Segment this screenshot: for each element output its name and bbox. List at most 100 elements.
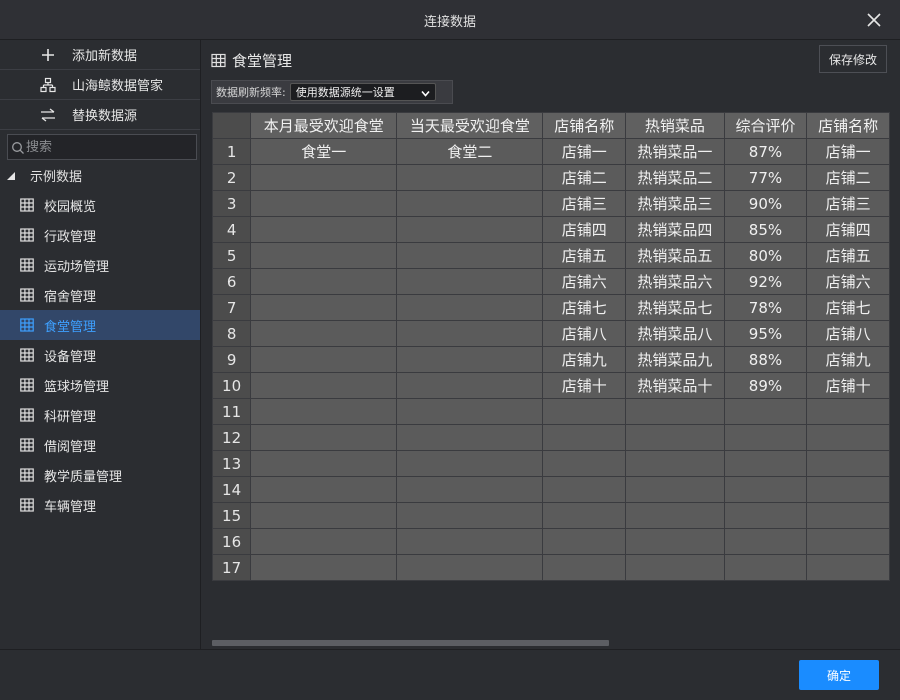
table-cell[interactable]: 95% [723,320,808,347]
table-cell[interactable] [723,424,808,451]
data-grid[interactable]: 本月最受欢迎食堂 当天最受欢迎食堂 店铺名称 热销菜品 综合评价 店铺名称 1 食堂一 食堂二… [212,112,890,652]
table-cell[interactable]: 店铺五 [542,242,627,269]
add-data-button[interactable]: 添加新数据 [0,40,200,70]
table-cell[interactable] [542,398,627,425]
table-cell[interactable] [806,476,890,503]
search-input[interactable] [26,135,194,159]
table-cell[interactable] [625,424,725,451]
table-cell[interactable] [250,372,398,399]
table-cell[interactable]: 店铺七 [806,294,890,321]
table-cell[interactable] [542,528,627,555]
row-number[interactable]: 5 [212,242,252,269]
table-cell[interactable] [396,398,544,425]
table-cell[interactable] [723,554,808,581]
table-cell[interactable] [625,450,725,477]
horizontal-scrollbar-thumb[interactable] [212,640,609,646]
table-cell[interactable]: 店铺十 [542,372,627,399]
table-cell[interactable] [542,450,627,477]
table-cell[interactable] [723,476,808,503]
table-cell[interactable] [625,528,725,555]
table-cell[interactable]: 热销菜品五 [625,242,725,269]
table-cell[interactable] [250,554,398,581]
table-cell[interactable] [250,190,398,217]
sidebar-item[interactable]: 校园概览 [0,190,200,220]
table-cell[interactable] [396,502,544,529]
table-cell[interactable]: 热销菜品二 [625,164,725,191]
table-cell[interactable] [250,216,398,243]
table-cell[interactable]: 77% [723,164,808,191]
table-cell[interactable] [250,476,398,503]
table-cell[interactable]: 店铺八 [542,320,627,347]
table-cell[interactable] [625,476,725,503]
caret-down-icon[interactable] [6,170,16,180]
table-cell[interactable] [723,528,808,555]
table-cell[interactable] [396,320,544,347]
row-number[interactable]: 4 [212,216,252,243]
table-cell[interactable] [542,476,627,503]
table-cell[interactable] [625,554,725,581]
sidebar-item[interactable]: 行政管理 [0,220,200,250]
tree-root-sample-data[interactable]: 示例数据 [0,160,200,190]
row-number[interactable]: 9 [212,346,252,373]
table-cell[interactable] [250,164,398,191]
grid-corner[interactable] [212,112,252,139]
table-cell[interactable] [396,190,544,217]
table-cell[interactable]: 店铺八 [806,320,890,347]
table-cell[interactable] [396,294,544,321]
sidebar-item[interactable]: 宿舍管理 [0,280,200,310]
table-cell[interactable]: 80% [723,242,808,269]
row-number[interactable]: 6 [212,268,252,295]
table-cell[interactable]: 店铺十 [806,372,890,399]
row-number[interactable]: 7 [212,294,252,321]
table-cell[interactable]: 店铺四 [542,216,627,243]
table-cell[interactable]: 店铺三 [542,190,627,217]
row-number[interactable]: 1 [212,138,252,165]
sidebar-item[interactable]: 运动场管理 [0,250,200,280]
table-cell[interactable]: 85% [723,216,808,243]
save-changes-button[interactable]: 保存修改 [819,45,887,73]
row-number[interactable]: 12 [212,424,252,451]
table-cell[interactable]: 店铺四 [806,216,890,243]
row-number[interactable]: 11 [212,398,252,425]
table-cell[interactable] [396,372,544,399]
refresh-frequency-select[interactable]: 使用数据源统一设置 [289,83,436,101]
table-cell[interactable]: 店铺一 [542,138,627,165]
table-cell[interactable]: 店铺七 [542,294,627,321]
table-cell[interactable]: 店铺一 [806,138,890,165]
row-number[interactable]: 17 [212,554,252,581]
table-cell[interactable]: 89% [723,372,808,399]
table-cell[interactable]: 88% [723,346,808,373]
table-cell[interactable]: 热销菜品四 [625,216,725,243]
table-cell[interactable]: 店铺三 [806,190,890,217]
table-cell[interactable] [542,502,627,529]
table-cell[interactable]: 92% [723,268,808,295]
confirm-button[interactable]: 确定 [799,660,879,690]
table-cell[interactable] [396,346,544,373]
table-cell[interactable]: 78% [723,294,808,321]
row-number[interactable]: 3 [212,190,252,217]
table-cell[interactable] [806,424,890,451]
column-header[interactable]: 店铺名称 [806,112,890,139]
table-cell[interactable] [250,346,398,373]
table-cell[interactable] [806,554,890,581]
row-number[interactable]: 10 [212,372,252,399]
table-cell[interactable]: 热销菜品十 [625,372,725,399]
table-cell[interactable] [723,502,808,529]
table-cell[interactable] [806,528,890,555]
table-cell[interactable] [396,164,544,191]
table-cell[interactable] [723,398,808,425]
table-cell[interactable]: 热销菜品九 [625,346,725,373]
table-cell[interactable] [250,398,398,425]
row-number[interactable]: 14 [212,476,252,503]
row-number[interactable]: 13 [212,450,252,477]
table-cell[interactable] [250,320,398,347]
table-cell[interactable] [250,528,398,555]
table-cell[interactable] [396,554,544,581]
table-cell[interactable] [250,268,398,295]
table-cell[interactable]: 店铺五 [806,242,890,269]
table-cell[interactable] [396,424,544,451]
column-header[interactable]: 综合评价 [723,112,808,139]
table-cell[interactable]: 店铺六 [806,268,890,295]
table-cell[interactable]: 87% [723,138,808,165]
table-cell[interactable] [250,242,398,269]
